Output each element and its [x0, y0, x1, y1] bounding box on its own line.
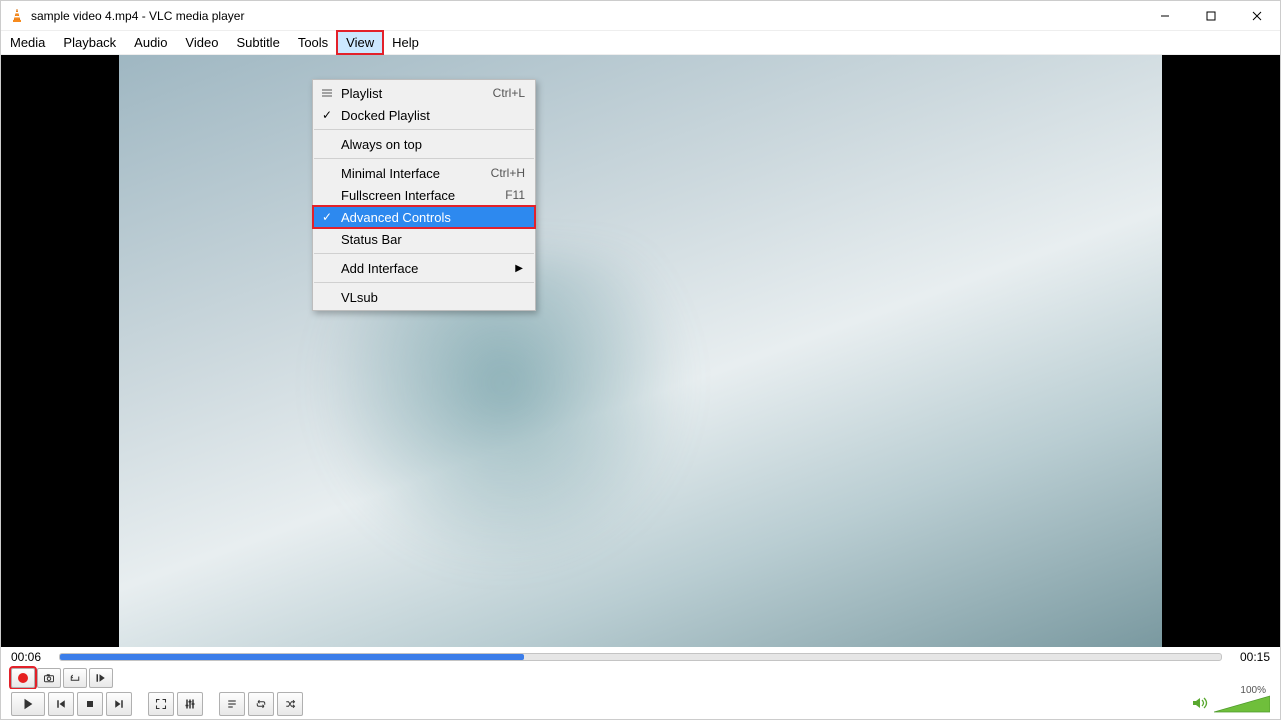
- fullscreen-button[interactable]: [148, 692, 174, 716]
- view-item-advanced-controls[interactable]: ✓ Advanced Controls: [313, 206, 535, 228]
- seek-slider[interactable]: [59, 653, 1222, 661]
- advanced-controls-bar: [1, 667, 1280, 689]
- menu-separator: [314, 129, 534, 130]
- skip-previous-icon: [55, 698, 67, 710]
- seek-fill: [60, 654, 524, 660]
- skip-next-icon: [113, 698, 125, 710]
- list-icon: [313, 88, 341, 98]
- equalizer-icon: [184, 698, 196, 710]
- view-item-vlsub[interactable]: VLsub: [313, 286, 535, 308]
- pillarbox-left: [1, 55, 119, 647]
- menu-separator: [314, 158, 534, 159]
- playlist-button[interactable]: [219, 692, 245, 716]
- view-dropdown: Playlist Ctrl+L ✓ Docked Playlist Always…: [312, 79, 536, 311]
- time-elapsed: 00:06: [11, 650, 49, 664]
- extended-settings-button[interactable]: [177, 692, 203, 716]
- play-button[interactable]: [11, 692, 45, 716]
- menu-view[interactable]: View: [337, 31, 383, 54]
- menu-help[interactable]: Help: [383, 31, 428, 54]
- window-title: sample video 4.mp4 - VLC media player: [31, 9, 1142, 23]
- vlc-cone-icon: [9, 8, 25, 24]
- shuffle-icon: [284, 698, 296, 710]
- pillarbox-right: [1162, 55, 1280, 647]
- frame-step-icon: [95, 672, 107, 684]
- loop-ab-button[interactable]: [63, 668, 87, 688]
- menu-tools[interactable]: Tools: [289, 31, 337, 54]
- volume-slider[interactable]: [1214, 695, 1270, 713]
- view-item-add-interface[interactable]: Add Interface ▶: [313, 257, 535, 279]
- minimize-button[interactable]: [1142, 1, 1188, 30]
- check-icon: ✓: [313, 210, 341, 224]
- playlist-icon: [226, 698, 238, 710]
- speaker-icon[interactable]: [1192, 696, 1208, 713]
- menubar: Media Playback Audio Video Subtitle Tool…: [1, 31, 1280, 55]
- menu-media[interactable]: Media: [1, 31, 54, 54]
- menu-separator: [314, 253, 534, 254]
- view-item-status-bar[interactable]: Status Bar: [313, 228, 535, 250]
- menu-playback[interactable]: Playback: [54, 31, 125, 54]
- camera-icon: [43, 672, 55, 684]
- loop-icon: [255, 698, 267, 710]
- titlebar: sample video 4.mp4 - VLC media player: [1, 1, 1280, 31]
- menu-audio[interactable]: Audio: [125, 31, 176, 54]
- view-item-always-on-top[interactable]: Always on top: [313, 133, 535, 155]
- previous-button[interactable]: [48, 692, 74, 716]
- menu-separator: [314, 282, 534, 283]
- record-icon: [18, 673, 28, 683]
- loop-button[interactable]: [248, 692, 274, 716]
- menu-video[interactable]: Video: [176, 31, 227, 54]
- main-controls-bar: 100%: [1, 689, 1280, 719]
- video-canvas[interactable]: [119, 55, 1162, 647]
- menu-subtitle[interactable]: Subtitle: [227, 31, 288, 54]
- close-button[interactable]: [1234, 1, 1280, 30]
- view-item-playlist[interactable]: Playlist Ctrl+L: [313, 82, 535, 104]
- snapshot-button[interactable]: [37, 668, 61, 688]
- video-area: Playlist Ctrl+L ✓ Docked Playlist Always…: [1, 55, 1280, 647]
- check-icon: ✓: [313, 108, 341, 122]
- view-item-minimal-interface[interactable]: Minimal Interface Ctrl+H: [313, 162, 535, 184]
- maximize-button[interactable]: [1188, 1, 1234, 30]
- record-button[interactable]: [11, 668, 35, 688]
- time-total: 00:15: [1232, 650, 1270, 664]
- shuffle-button[interactable]: [277, 692, 303, 716]
- stop-icon: [84, 698, 96, 710]
- window-controls: [1142, 1, 1280, 30]
- app-window: sample video 4.mp4 - VLC media player Me…: [0, 0, 1281, 720]
- submenu-arrow-icon: ▶: [515, 263, 523, 274]
- play-icon: [21, 697, 35, 711]
- seek-row: 00:06 00:15: [1, 647, 1280, 667]
- fullscreen-icon: [155, 698, 167, 710]
- view-item-fullscreen-interface[interactable]: Fullscreen Interface F11: [313, 184, 535, 206]
- stop-button[interactable]: [77, 692, 103, 716]
- view-item-docked-playlist[interactable]: ✓ Docked Playlist: [313, 104, 535, 126]
- frame-step-button[interactable]: [89, 668, 113, 688]
- volume-area: 100%: [1192, 695, 1270, 713]
- next-button[interactable]: [106, 692, 132, 716]
- loop-ab-icon: [69, 672, 81, 684]
